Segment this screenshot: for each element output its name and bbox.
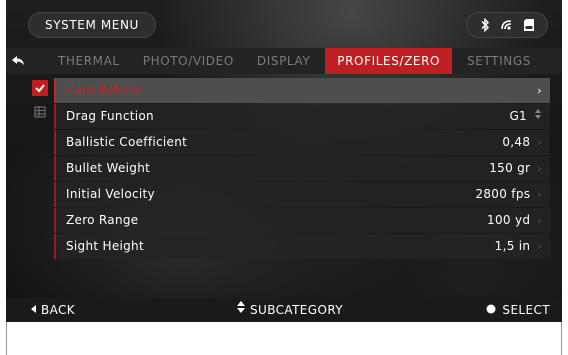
chevron-right-icon: › [537, 214, 542, 227]
menu-item-label: Bullet Weight [66, 161, 151, 175]
menu-item-value: 150 gr [489, 161, 531, 175]
menu-item-value: 2800 fps [475, 187, 531, 201]
sd-card-icon [523, 18, 535, 32]
checkbox-icon[interactable] [32, 80, 48, 96]
menu-item-label: Drag Function [66, 109, 154, 123]
menu-item-value: 100 yd [487, 213, 531, 227]
menu-item-ballistic-coefficient[interactable]: Ballistic Coefficient 0,48 › [54, 130, 550, 155]
frame-border-right [561, 322, 562, 355]
tab-bar: THERMAL PHOTO/VIDEO DISPLAY PROFILES/ZER… [6, 48, 562, 74]
wifi-icon [500, 18, 514, 32]
circle-button-icon [486, 298, 496, 322]
back-hint[interactable]: BACK [30, 298, 75, 322]
bluetooth-icon [479, 18, 491, 32]
tab-display[interactable]: DISPLAY [249, 48, 318, 74]
subcategory-label: SUBCATEGORY [250, 303, 344, 317]
select-hint[interactable]: SELECT [486, 298, 550, 322]
table-icon[interactable] [32, 104, 48, 120]
menu-item-sight-height[interactable]: Sight Height 1,5 in › [54, 234, 550, 259]
menu-item-label: Sight Height [66, 239, 144, 253]
menu-item-drag-function[interactable]: Drag Function G1 [54, 104, 550, 129]
select-label: SELECT [502, 303, 550, 317]
tab-photo-video[interactable]: PHOTO/VIDEO [135, 48, 242, 74]
menu-item-zero-range[interactable]: Zero Range 100 yd › [54, 208, 550, 233]
tab-thermal[interactable]: THERMAL [50, 48, 128, 74]
chevron-right-icon: › [537, 136, 542, 149]
menu-item-label: Initial Velocity [66, 187, 155, 201]
device-screen: SYSTEM MENU THERMAL PHOTO/VIDEO DISPLAY … [6, 0, 562, 322]
tab-settings[interactable]: SETTINGS [459, 48, 539, 74]
status-icons [466, 12, 548, 38]
triangle-left-icon [30, 298, 37, 322]
stepper-updown-icon[interactable] [534, 104, 542, 129]
menu-item-value: G1 [509, 109, 527, 123]
chevron-right-icon: › [537, 188, 542, 201]
chevron-right-icon: › [537, 84, 542, 97]
menu-item-initial-velocity[interactable]: Initial Velocity 2800 fps › [54, 182, 550, 207]
back-arrow-icon[interactable] [6, 48, 30, 74]
chevron-right-icon: › [537, 240, 542, 253]
tab-profiles-zero[interactable]: PROFILES/ZERO [325, 48, 453, 74]
chevron-right-icon: › [537, 162, 542, 175]
bottom-hint-bar: BACK SUBCATEGORY SELECT [6, 298, 562, 322]
menu-item-label: Ballistic Coefficient [66, 135, 188, 149]
menu-item-value: 1,5 in [494, 239, 531, 253]
menu-item-zero-reticle[interactable]: Zero Reticle › [54, 78, 550, 103]
menu-item-value: 0,48 [502, 135, 531, 149]
frame-border-left [6, 322, 7, 355]
system-menu-title: SYSTEM MENU [28, 12, 156, 38]
menu-item-bullet-weight[interactable]: Bullet Weight 150 gr › [54, 156, 550, 181]
subcategory-icons [32, 80, 50, 128]
menu-item-label: Zero Range [66, 213, 139, 227]
profile-settings-list: Zero Reticle › Drag Function G1 Ballisti… [54, 78, 550, 260]
back-label: BACK [41, 303, 76, 317]
menu-item-label: Zero Reticle [66, 83, 142, 97]
subcategory-hint: SUBCATEGORY [236, 298, 343, 322]
updown-arrows-icon [236, 298, 246, 322]
top-bar: SYSTEM MENU [6, 0, 562, 44]
